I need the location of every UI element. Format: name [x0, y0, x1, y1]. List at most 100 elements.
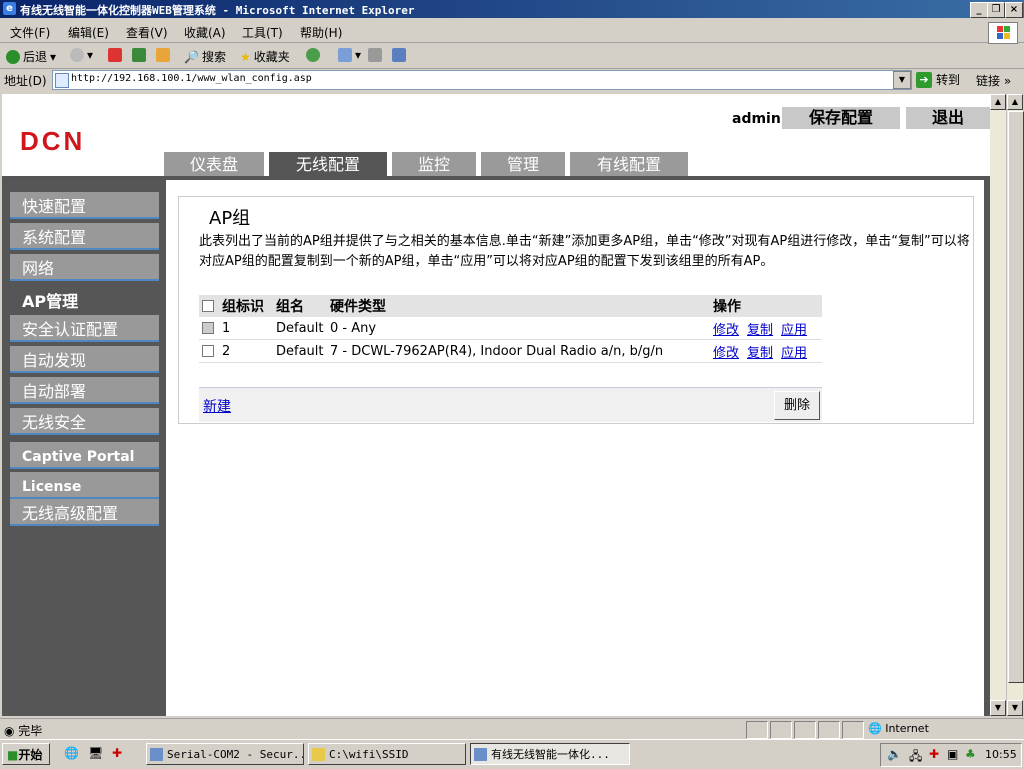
save-config-button[interactable]: 保存配置: [782, 107, 900, 129]
modify-link[interactable]: 修改: [713, 346, 739, 361]
task-serial-com2[interactable]: Serial-COM2 - Secur...: [146, 743, 304, 765]
sidebar-item-quick-config[interactable]: 快速配置: [10, 192, 159, 219]
table-footer: 新建 删除: [199, 387, 822, 422]
edit-button[interactable]: [392, 48, 406, 62]
apply-link[interactable]: 应用: [781, 323, 807, 338]
sidebar-item-auto-discovery[interactable]: 自动发现: [10, 346, 159, 373]
col-group-name: 组名: [273, 295, 327, 317]
refresh-icon: [132, 48, 146, 62]
logout-button[interactable]: 退出: [906, 107, 990, 129]
refresh-button[interactable]: [132, 48, 146, 62]
dcn-logo: DCN: [20, 126, 86, 156]
windows-flag-icon: ■: [7, 748, 19, 762]
task-folder-ssid[interactable]: C:\wifi\SSID: [308, 743, 466, 765]
home-button[interactable]: [156, 48, 170, 62]
system-tray: 🔈 🖧 ✚ ▣ ♣ 10:55: [880, 743, 1022, 767]
new-link[interactable]: 新建: [203, 396, 231, 416]
status-text: ◉ 完毕: [4, 724, 43, 738]
browser-content: DCN admin 保存配置 退出 仪表盘 无线配置 监控 管理 有线配置 快速…: [2, 94, 990, 716]
edit-icon: [392, 48, 406, 62]
tray-app-icon[interactable]: ✚: [929, 747, 939, 761]
mail-button[interactable]: ▾: [338, 48, 361, 62]
menu-help[interactable]: 帮助(H): [300, 24, 342, 41]
col-actions: 操作: [710, 295, 822, 317]
search-button[interactable]: 🔎 搜索: [184, 48, 226, 65]
sidebar-item-advanced-wireless[interactable]: 无线高级配置: [10, 499, 159, 526]
menu-edit[interactable]: 编辑(E): [68, 24, 109, 41]
print-button[interactable]: [368, 48, 382, 62]
user-name: admin: [732, 111, 781, 127]
sidebar-item-ap-management[interactable]: AP管理: [10, 287, 159, 314]
ie-quicklaunch-icon[interactable]: 🌐: [64, 746, 79, 760]
stop-button[interactable]: [108, 48, 122, 62]
group-id: 2: [219, 339, 273, 363]
menu-tools[interactable]: 工具(T): [242, 24, 283, 41]
sidebar-item-system-config[interactable]: 系统配置: [10, 223, 159, 250]
modify-link[interactable]: 修改: [713, 323, 739, 338]
search-icon: 🔎: [184, 49, 199, 64]
ap-group-fieldset: AP组 此表列出了当前的AP组并提供了与之相关的基本信息.单击“新建”添加更多A…: [178, 196, 974, 424]
star-icon: ★: [240, 49, 251, 64]
start-button[interactable]: ■开始: [2, 743, 50, 765]
print-icon: [368, 48, 382, 62]
network-icon[interactable]: 🖧: [909, 747, 922, 768]
menu-bar: 文件(F) 编辑(E) 查看(V) 收藏(A) 工具(T) 帮助(H): [0, 20, 1024, 43]
minimize-button[interactable]: _: [970, 2, 988, 18]
forward-button[interactable]: ▾: [70, 48, 93, 62]
links-button[interactable]: 链接 »: [976, 72, 1011, 89]
delete-button[interactable]: 删除: [774, 391, 820, 420]
select-all-checkbox[interactable]: [202, 300, 214, 312]
menu-file[interactable]: 文件(F): [10, 24, 50, 41]
ie-icon: [474, 748, 487, 761]
copy-link[interactable]: 复制: [747, 323, 773, 338]
tab-monitor[interactable]: 监控: [392, 152, 476, 177]
window-scrollbar[interactable]: ▲ ▼: [1006, 94, 1024, 716]
tab-wireless-config[interactable]: 无线配置: [269, 152, 387, 177]
toolbar: 后退 ▾ ▾ 🔎 搜索 ★ 收藏夹 ▾: [0, 44, 1024, 69]
scroll-down-button[interactable]: ▼: [1007, 700, 1023, 716]
sidebar-item-network[interactable]: 网络: [10, 254, 159, 281]
apply-link[interactable]: 应用: [781, 346, 807, 361]
go-button[interactable]: ➔ 转到: [916, 71, 960, 88]
go-arrow-icon: ➔: [916, 71, 932, 88]
main-panel: AP组 此表列出了当前的AP组并提供了与之相关的基本信息.单击“新建”添加更多A…: [166, 180, 990, 716]
scroll-down-button[interactable]: ▼: [990, 700, 1006, 716]
tab-wired-config[interactable]: 有线配置: [570, 152, 688, 177]
tab-dashboard[interactable]: 仪表盘: [164, 152, 264, 177]
address-dropdown-button[interactable]: ▼: [893, 71, 911, 89]
row-checkbox[interactable]: [202, 345, 214, 357]
clock: 10:55: [985, 748, 1017, 761]
app-quicklaunch-icon[interactable]: ✚: [112, 746, 122, 760]
close-button[interactable]: ×: [1005, 2, 1023, 18]
back-arrow-icon: [6, 49, 20, 64]
back-button[interactable]: 后退 ▾: [6, 48, 56, 65]
favorites-button[interactable]: ★ 收藏夹: [240, 48, 290, 65]
row-checkbox: [202, 322, 214, 334]
tray-monitor-icon[interactable]: ▣: [947, 747, 958, 761]
col-group-id: 组标识: [219, 295, 273, 317]
scroll-up-button[interactable]: ▲: [990, 94, 1006, 110]
menu-view[interactable]: 查看(V): [126, 24, 168, 41]
maximize-button[interactable]: ❐: [987, 2, 1005, 18]
address-url: http://192.168.100.1/www_wlan_config.asp: [71, 73, 312, 84]
sidebar-item-security-auth[interactable]: 安全认证配置: [10, 315, 159, 342]
task-browser[interactable]: 有线无线智能一体化...: [470, 743, 630, 765]
page-scrollbar[interactable]: ▲ ▼: [990, 94, 1006, 716]
scroll-up-button[interactable]: ▲: [1007, 94, 1023, 110]
sidebar-item-auto-deploy[interactable]: 自动部署: [10, 377, 159, 404]
table-row: 1 Default 0 - Any 修改 复制 应用: [199, 317, 822, 340]
history-button[interactable]: [306, 48, 320, 62]
sidebar-item-captive-portal[interactable]: Captive Portal: [10, 442, 159, 469]
tray-shield-icon[interactable]: ♣: [965, 747, 976, 761]
desktop-quicklaunch-icon[interactable]: 🖥: [88, 746, 103, 760]
sidebar-item-wireless-security[interactable]: 无线安全: [10, 408, 159, 435]
home-icon: [156, 48, 170, 62]
copy-link[interactable]: 复制: [747, 346, 773, 361]
menu-favorites[interactable]: 收藏(A): [184, 24, 226, 41]
scroll-thumb[interactable]: [1008, 111, 1024, 683]
tray-icon[interactable]: 🔈: [887, 747, 902, 761]
address-input[interactable]: http://192.168.100.1/www_wlan_config.asp: [52, 70, 912, 90]
table-header-row: 组标识 组名 硬件类型 操作: [199, 295, 822, 317]
tab-management[interactable]: 管理: [481, 152, 565, 177]
sidebar-item-license[interactable]: License: [10, 472, 159, 499]
